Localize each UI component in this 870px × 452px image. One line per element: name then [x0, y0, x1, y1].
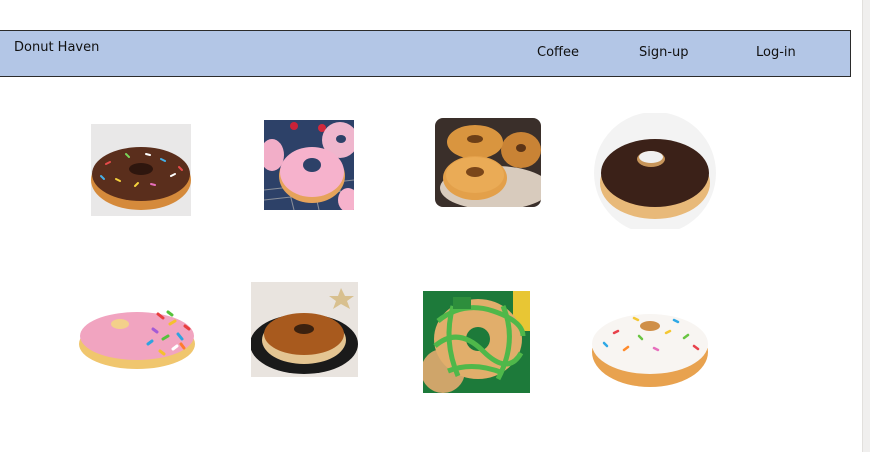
top-navbar: Donut Haven Coffee Sign-up Log-in: [0, 30, 851, 77]
donut-image-pink-sprinkles[interactable]: [78, 294, 196, 370]
donut-image-pink-glazed[interactable]: [264, 120, 354, 210]
window-edge: [862, 0, 870, 452]
donut-image-caramel[interactable]: [251, 282, 358, 377]
nav-link-log-in[interactable]: Log-in: [756, 45, 796, 60]
donut-image-chocolate-sprinkles[interactable]: [91, 124, 191, 216]
donut-image-chocolate[interactable]: [593, 113, 717, 229]
page: Donut Haven Coffee Sign-up Log-in: [0, 0, 870, 452]
donut-image-green-drizzle[interactable]: [423, 291, 530, 393]
nav-link-coffee[interactable]: Coffee: [537, 45, 579, 60]
donut-image-glazed[interactable]: [435, 118, 541, 207]
brand-title[interactable]: Donut Haven: [14, 40, 99, 55]
nav-link-sign-up[interactable]: Sign-up: [639, 45, 689, 60]
donut-image-vanilla-sprinkles[interactable]: [584, 288, 717, 392]
